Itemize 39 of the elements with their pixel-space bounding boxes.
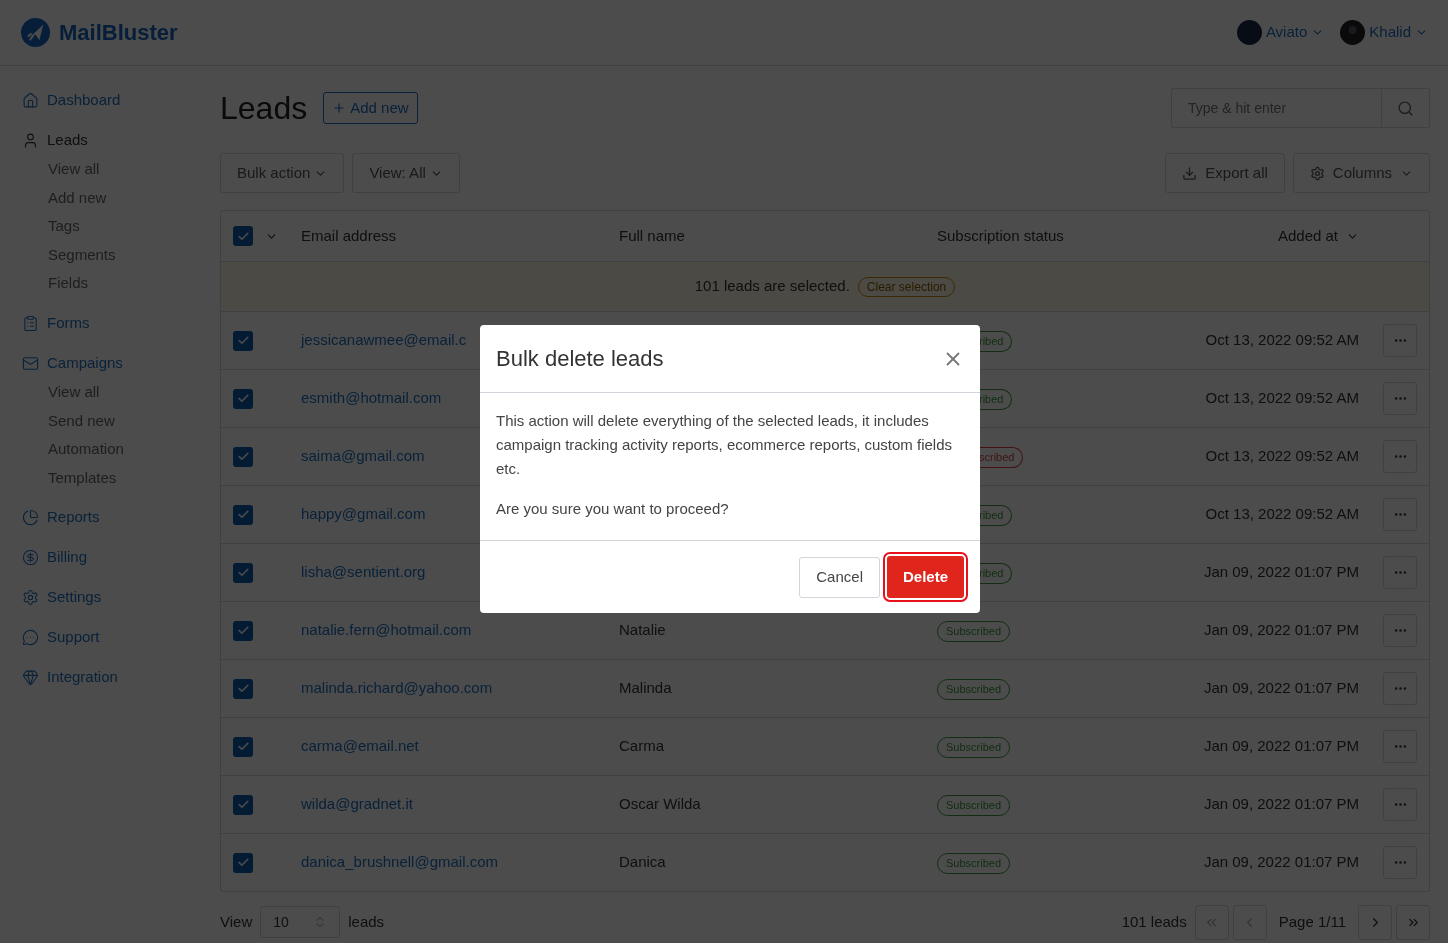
column-header: Email address	[301, 225, 398, 246]
table-cell-text: Oct 13, 2022 09:52 AM	[1204, 330, 1359, 351]
email-link[interactable]: jessicanawmee@email.c	[301, 331, 467, 349]
table-cell-text: Jan 09, 2022 01:07 PM	[1202, 736, 1359, 757]
dialog-text: This action will delete everything of the selected leads, it includes campaign tracking activity reports, ecommerce reports, custom fields etc.	[496, 411, 953, 479]
table-cell-text: Jan 09, 2022 01:07 PM	[1202, 852, 1359, 873]
table-cell-text: Jan 09, 2022 01:07 PM	[1202, 620, 1359, 641]
table-cell-text: Jan 09, 2022 01:07 PM	[1202, 794, 1359, 815]
table-cell: Carma	[619, 737, 664, 755]
page-indicator: Page 1/11	[1277, 911, 1347, 932]
table-cell-text: Jan 09, 2022 01:07 PM	[1202, 678, 1359, 699]
dialog-text: Are you sure you want to proceed?	[496, 499, 730, 519]
table-cell: Malinda	[619, 679, 672, 697]
table-cell-text: Oct 13, 2022 09:52 AM	[1204, 446, 1359, 467]
table-cell-text: Oct 13, 2022 09:52 AM	[1204, 504, 1359, 525]
email-link[interactable]: happy@gmail.com	[301, 505, 426, 523]
logo-text: MailBluster	[59, 19, 178, 47]
table-cell: Natalie	[619, 621, 666, 639]
column-header: Full name	[619, 225, 686, 246]
email-link[interactable]: esmith@hotmail.com	[301, 389, 442, 407]
total-count: 101 leads	[1121, 911, 1187, 932]
page-size-label: leads	[348, 911, 385, 932]
email-link[interactable]: lisha@sentient.org	[301, 563, 426, 581]
email-link[interactable]: danica_brushnell@gmail.com	[301, 853, 498, 871]
page-size-label: View	[220, 911, 253, 932]
email-link[interactable]: natalie.fern@hotmail.com	[301, 621, 472, 639]
email-link[interactable]: carma@email.net	[301, 737, 419, 755]
email-link[interactable]: wilda@gradnet.it	[301, 795, 413, 813]
email-link[interactable]: saima@gmail.com	[301, 447, 425, 465]
dialog-title: Bulk delete leads	[496, 345, 664, 373]
selection-message: 101 leads are selected.	[694, 276, 850, 297]
column-header: Subscription status	[937, 225, 1065, 246]
email-link[interactable]: malinda.richard@yahoo.com	[301, 679, 493, 697]
page-title: Leads	[220, 89, 308, 128]
table-cell-text: Oct 13, 2022 09:52 AM	[1204, 388, 1359, 409]
table-cell: Danica	[619, 853, 666, 871]
table-cell: Oscar Wilda	[619, 795, 701, 813]
cancel-button[interactable]: Cancel	[799, 556, 880, 598]
table-cell-text: Jan 09, 2022 01:07 PM	[1202, 562, 1359, 583]
